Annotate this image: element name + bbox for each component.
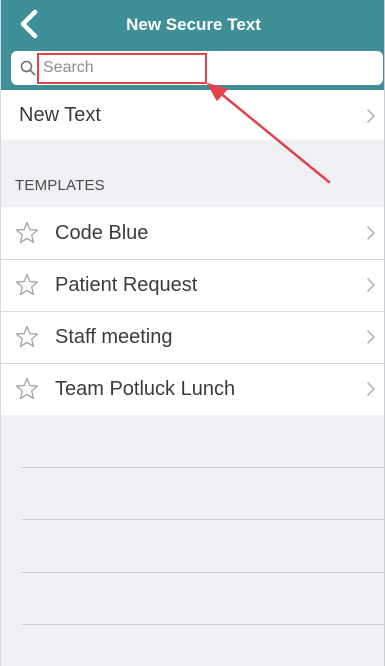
template-row-team-potluck-lunch[interactable]: Team Potluck Lunch bbox=[1, 364, 384, 415]
template-row-staff-meeting[interactable]: Staff meeting bbox=[1, 312, 384, 363]
template-label: Patient Request bbox=[55, 274, 198, 296]
search-input[interactable] bbox=[43, 55, 363, 81]
template-label: Team Potluck Lunch bbox=[55, 378, 236, 400]
template-label: Staff meeting bbox=[55, 326, 173, 348]
chevron-left-icon bbox=[20, 9, 38, 39]
template-label: Code Blue bbox=[55, 222, 149, 244]
new-text-row[interactable]: New Text bbox=[1, 90, 384, 140]
empty-row-separator bbox=[21, 467, 384, 468]
star-icon[interactable] bbox=[14, 220, 40, 246]
back-button[interactable] bbox=[15, 9, 43, 39]
app-screen: New Secure Text New Text TEMPLATES Code … bbox=[0, 0, 385, 666]
star-icon[interactable] bbox=[14, 324, 40, 350]
template-row-patient-request[interactable]: Patient Request bbox=[1, 260, 384, 311]
chevron-right-icon bbox=[367, 109, 375, 123]
chevron-right-icon bbox=[367, 278, 375, 292]
star-icon[interactable] bbox=[14, 272, 40, 298]
template-row-code-blue[interactable]: Code Blue bbox=[1, 207, 384, 259]
templates-section-header: TEMPLATES bbox=[15, 177, 105, 194]
search-field[interactable] bbox=[11, 51, 383, 85]
empty-row-separator bbox=[21, 572, 384, 573]
star-icon[interactable] bbox=[14, 376, 40, 402]
chevron-right-icon bbox=[367, 226, 375, 240]
empty-row-separator bbox=[21, 519, 384, 520]
new-text-label: New Text bbox=[19, 104, 101, 126]
chevron-right-icon bbox=[367, 382, 375, 396]
search-icon bbox=[20, 60, 36, 76]
empty-list-area bbox=[1, 415, 384, 666]
empty-row-separator bbox=[21, 624, 384, 625]
chevron-right-icon bbox=[367, 330, 375, 344]
